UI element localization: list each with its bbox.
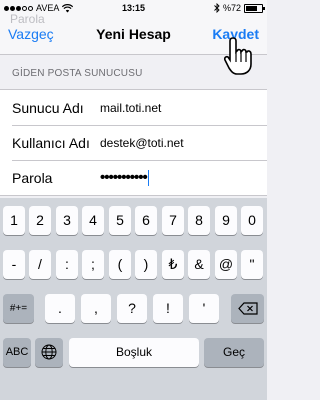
key-slash[interactable]: / bbox=[29, 250, 51, 279]
key-7[interactable]: 7 bbox=[162, 206, 184, 235]
username-label: Kullanıcı Adı bbox=[12, 134, 90, 151]
password-dots: ••••••••••• bbox=[100, 168, 148, 186]
text-cursor bbox=[147, 170, 149, 187]
key-comma[interactable]: , bbox=[81, 294, 111, 323]
space-key[interactable]: Boşluk bbox=[69, 338, 199, 367]
server-name-label: Sunucu Adı bbox=[12, 99, 84, 116]
key-question[interactable]: ? bbox=[117, 294, 147, 323]
server-name-field[interactable]: mail.toti.net bbox=[100, 101, 161, 115]
key-lira[interactable]: ₺ bbox=[162, 250, 184, 279]
abc-key[interactable]: ABC bbox=[3, 338, 31, 367]
status-right: %72 bbox=[214, 0, 265, 16]
key-at[interactable]: @ bbox=[215, 250, 237, 279]
username-row[interactable]: Kullanıcı Adı destek@toti.net bbox=[0, 125, 267, 160]
key-quote[interactable]: " bbox=[241, 250, 263, 279]
key-4[interactable]: 4 bbox=[82, 206, 104, 235]
go-key[interactable]: Geç bbox=[204, 338, 264, 367]
section-header: GİDEN POSTA SUNUCUSU bbox=[12, 68, 143, 79]
key-exclamation[interactable]: ! bbox=[153, 294, 183, 323]
battery-icon bbox=[244, 3, 265, 13]
symbols-toggle-key[interactable]: #+= bbox=[3, 294, 34, 323]
key-5[interactable]: 5 bbox=[109, 206, 131, 235]
key-3[interactable]: 3 bbox=[56, 206, 78, 235]
key-open-paren[interactable]: ( bbox=[109, 250, 131, 279]
key-2[interactable]: 2 bbox=[29, 206, 51, 235]
password-label: Parola bbox=[12, 169, 53, 186]
keyboard: 1 2 3 4 5 6 7 8 9 0 - / : ; ( ) ₺ & @ " … bbox=[0, 198, 267, 400]
outgoing-server-form: Sunucu Adı mail.toti.net Kullanıcı Adı d… bbox=[0, 89, 267, 196]
key-0[interactable]: 0 bbox=[241, 206, 263, 235]
language-key[interactable] bbox=[35, 338, 63, 367]
key-semicolon[interactable]: ; bbox=[82, 250, 104, 279]
key-close-paren[interactable]: ) bbox=[135, 250, 157, 279]
key-apostrophe[interactable]: ' bbox=[189, 294, 219, 323]
server-name-row[interactable]: Sunucu Adı mail.toti.net bbox=[0, 90, 267, 125]
bluetooth-icon bbox=[214, 3, 220, 13]
backspace-key[interactable] bbox=[231, 294, 264, 323]
battery-percent: %72 bbox=[222, 3, 241, 13]
backspace-icon bbox=[237, 302, 258, 315]
key-colon[interactable]: : bbox=[56, 250, 78, 279]
hand-pointer-icon bbox=[224, 37, 252, 75]
key-6[interactable]: 6 bbox=[135, 206, 157, 235]
key-1[interactable]: 1 bbox=[3, 206, 25, 235]
password-row[interactable]: Parola ••••••••••• bbox=[0, 160, 267, 195]
key-9[interactable]: 9 bbox=[215, 206, 237, 235]
key-8[interactable]: 8 bbox=[188, 206, 210, 235]
key-ampersand[interactable]: & bbox=[188, 250, 210, 279]
globe-icon bbox=[41, 344, 57, 360]
background-peek-text: Parola bbox=[10, 12, 45, 26]
key-period[interactable]: . bbox=[45, 294, 75, 323]
username-field[interactable]: destek@toti.net bbox=[100, 136, 184, 150]
password-field[interactable]: ••••••••••• bbox=[100, 168, 149, 187]
key-hyphen[interactable]: - bbox=[3, 250, 25, 279]
